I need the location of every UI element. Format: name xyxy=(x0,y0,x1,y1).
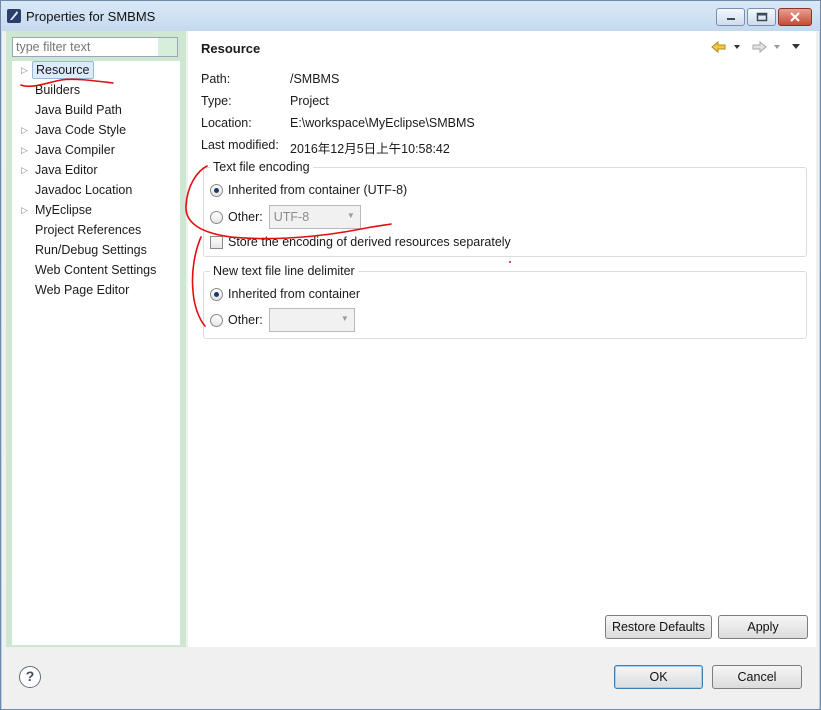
navigation-tools xyxy=(710,39,810,55)
ok-button[interactable]: OK xyxy=(614,665,703,689)
derived-encoding-option[interactable]: Store the encoding of derived resources … xyxy=(210,233,511,251)
cancel-button[interactable]: Cancel xyxy=(712,665,802,689)
encoding-inherited-label: Inherited from container (UTF-8) xyxy=(228,183,408,197)
page-title: Resource xyxy=(201,41,261,56)
chevron-down-icon: ▼ xyxy=(346,211,355,220)
tree-item-label: Javadoc Location xyxy=(35,183,133,197)
forward-menu-chevron-down-icon[interactable] xyxy=(774,45,780,49)
delimiter-other-option[interactable]: Other: ▼ xyxy=(210,307,355,333)
line-delimiter-title: New text file line delimiter xyxy=(210,264,358,278)
apply-button[interactable]: Apply xyxy=(718,615,808,639)
navigation-pane: ▷ Resource Builders Java Build Path ▷ Java Co… xyxy=(6,31,186,647)
maximize-icon xyxy=(756,12,767,22)
back-menu-chevron-down-icon[interactable] xyxy=(734,45,740,49)
encoding-other-value: UTF-8 xyxy=(273,210,310,224)
tree-item-java-editor[interactable]: ▷ Java Editor xyxy=(12,161,180,181)
last-modified-label: Last modified: xyxy=(201,138,279,152)
expand-arrow-icon[interactable]: ▷ xyxy=(21,205,28,216)
type-label: Type: xyxy=(201,94,232,108)
tree-item-java-code-style[interactable]: ▷ Java Code Style xyxy=(12,121,180,141)
delimiter-other-radio[interactable] xyxy=(210,313,223,327)
chevron-down-icon: ▼ xyxy=(340,314,349,323)
close-button[interactable] xyxy=(778,8,812,26)
back-arrow-icon[interactable] xyxy=(711,40,726,54)
encoding-other-option[interactable]: Other: UTF-8 ▼ xyxy=(210,204,361,230)
view-menu-chevron-down-icon[interactable] xyxy=(792,44,800,49)
filter-input[interactable] xyxy=(12,37,178,57)
derived-encoding-label: Store the encoding of derived resources … xyxy=(228,235,511,249)
encoding-inherited-option[interactable]: Inherited from container (UTF-8) xyxy=(210,181,407,199)
encoding-other-radio[interactable] xyxy=(210,210,223,224)
tree-item-myeclipse[interactable]: ▷ MyEclipse xyxy=(12,201,180,221)
tree-item-web-page-editor[interactable]: Web Page Editor xyxy=(12,281,180,301)
tree-item-resource[interactable]: ▷ Resource xyxy=(12,61,180,81)
window-title: Properties for SMBMS xyxy=(26,9,156,24)
tree-item-label: Web Content Settings xyxy=(35,263,157,277)
type-value: Project xyxy=(290,94,329,108)
tree-item-builders[interactable]: Builders xyxy=(12,81,180,101)
tree-item-label: Project References xyxy=(35,223,142,237)
dialog-client-area: ▷ Resource Builders Java Build Path ▷ Java Co… xyxy=(2,31,819,709)
expand-arrow-icon[interactable]: ▷ xyxy=(21,65,28,76)
tree-item-javadoc-location[interactable]: Javadoc Location xyxy=(12,181,180,201)
encoding-other-label: Other: xyxy=(228,210,263,224)
restore-defaults-button[interactable]: Restore Defaults xyxy=(605,615,712,639)
tree-item-label: MyEclipse xyxy=(35,203,92,217)
delimiter-other-select[interactable]: ▼ xyxy=(268,308,355,332)
eclipse-app-icon xyxy=(7,9,21,23)
tree-item-label: Builders xyxy=(35,83,81,97)
text-file-encoding-title: Text file encoding xyxy=(210,160,313,174)
tree-item-java-build-path[interactable]: Java Build Path xyxy=(12,101,180,121)
expand-arrow-icon[interactable]: ▷ xyxy=(21,165,28,176)
derived-encoding-checkbox[interactable] xyxy=(210,235,223,249)
minimize-button[interactable] xyxy=(716,8,745,26)
tree-item-label: Web Page Editor xyxy=(35,283,130,297)
title-bar: Properties for SMBMS xyxy=(1,1,820,31)
maximize-button[interactable] xyxy=(747,8,776,26)
help-icon[interactable]: ? xyxy=(19,666,41,688)
tree-item-project-references[interactable]: Project References xyxy=(12,221,180,241)
property-page: Resource Path: /SMBMS Type: Project Loca… xyxy=(188,31,816,647)
location-value: E:\workspace\MyEclipse\SMBMS xyxy=(290,116,475,130)
text-file-encoding-group: Text file encoding Inherited from contai… xyxy=(203,160,807,257)
delimiter-inherited-radio[interactable] xyxy=(210,287,223,301)
path-value: /SMBMS xyxy=(290,72,340,86)
tree-item-web-content-settings[interactable]: Web Content Settings xyxy=(12,261,180,281)
last-modified-value: 2016年12月5日上午10:58:42 xyxy=(290,142,450,156)
line-delimiter-group: New text file line delimiter Inherited f… xyxy=(203,264,807,339)
delimiter-inherited-option[interactable]: Inherited from container xyxy=(210,285,360,303)
tree-item-label: Java Editor xyxy=(35,163,98,177)
tree-item-label: Java Build Path xyxy=(35,103,122,117)
tree-item-label: Resource xyxy=(32,61,94,79)
encoding-inherited-radio[interactable] xyxy=(210,183,223,197)
delimiter-inherited-label: Inherited from container xyxy=(228,287,361,301)
path-label: Path: xyxy=(201,72,231,86)
close-icon xyxy=(790,12,800,22)
property-page-tree: ▷ Resource Builders Java Build Path ▷ Java Co… xyxy=(12,61,180,645)
properties-dialog: Properties for SMBMS ▷ Resource Builders Ja… xyxy=(0,0,821,710)
expand-arrow-icon[interactable]: ▷ xyxy=(21,145,28,156)
location-label: Location: xyxy=(201,116,252,130)
tree-item-label: Java Code Style xyxy=(35,123,127,137)
forward-arrow-icon[interactable] xyxy=(752,40,767,54)
encoding-other-select[interactable]: UTF-8 ▼ xyxy=(268,205,361,229)
tree-item-run-debug-settings[interactable]: Run/Debug Settings xyxy=(12,241,180,261)
delimiter-other-label: Other: xyxy=(228,313,263,327)
tree-item-label: Java Compiler xyxy=(35,143,115,157)
tree-item-label: Run/Debug Settings xyxy=(35,243,147,257)
expand-arrow-icon[interactable]: ▷ xyxy=(21,125,28,136)
minimize-icon xyxy=(726,18,735,20)
filter-clear-icon[interactable] xyxy=(158,38,177,56)
tree-item-java-compiler[interactable]: ▷ Java Compiler xyxy=(12,141,180,161)
